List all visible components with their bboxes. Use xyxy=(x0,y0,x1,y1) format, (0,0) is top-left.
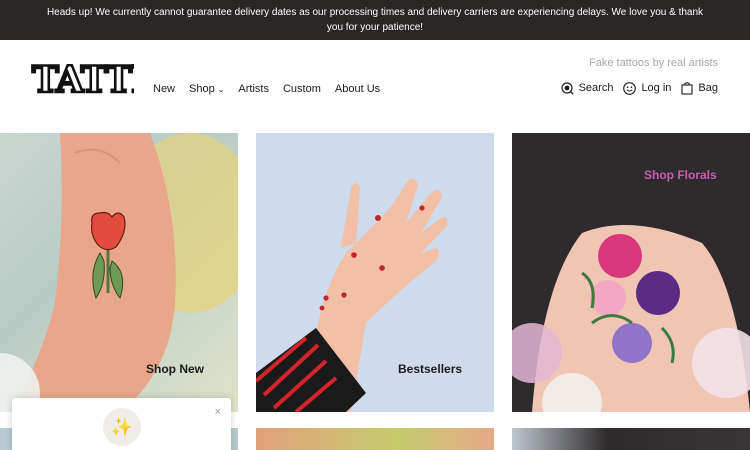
main-nav: New Shop ⌄ Artists Custom About Us xyxy=(153,83,394,95)
tile-shop-new[interactable]: Shop New xyxy=(0,133,238,412)
sparkles-icon: ✨ xyxy=(103,408,141,446)
tile-bestsellers[interactable]: Bestsellers xyxy=(256,133,494,412)
utility-nav: Search Log in Bag xyxy=(551,81,718,95)
nav-custom[interactable]: Custom xyxy=(283,83,321,95)
tile-shop-florals[interactable]: Shop Florals xyxy=(512,133,750,412)
search-icon xyxy=(560,81,574,95)
tattly-logo[interactable]: TATTLY xyxy=(30,57,134,99)
tile-row2-2[interactable] xyxy=(256,428,494,450)
bag-button[interactable]: Bag xyxy=(681,81,718,95)
svg-text:TATTLY: TATTLY xyxy=(32,59,134,99)
login-button[interactable]: Log in xyxy=(623,81,671,95)
tile-label-shop-florals: Shop Florals xyxy=(644,168,717,182)
tile-label-bestsellers: Bestsellers xyxy=(398,362,463,376)
announcement-bar: Heads up! We currently cannot guarantee … xyxy=(0,0,750,40)
promo-popup: ✨ × xyxy=(12,398,231,450)
bag-icon xyxy=(681,82,693,95)
close-icon[interactable]: × xyxy=(215,406,221,418)
tile-label-shop-new: Shop New xyxy=(146,362,205,376)
smiley-icon xyxy=(623,81,637,95)
tagline: Fake tattoos by real artists xyxy=(589,57,718,69)
nav-shop[interactable]: Shop ⌄ xyxy=(189,83,224,95)
chevron-down-icon: ⌄ xyxy=(217,84,225,94)
tile-row2-3[interactable] xyxy=(512,428,750,450)
site-header: TATTLY New Shop⌄ Artists Custom About Us… xyxy=(0,40,750,133)
nav-new[interactable]: New xyxy=(153,83,175,95)
nav-about-us[interactable]: About Us xyxy=(335,83,380,95)
announcement-text: Heads up! We currently cannot guarantee … xyxy=(46,7,704,33)
search-button[interactable]: Search xyxy=(560,81,613,95)
nav-artists[interactable]: Artists xyxy=(238,83,269,95)
